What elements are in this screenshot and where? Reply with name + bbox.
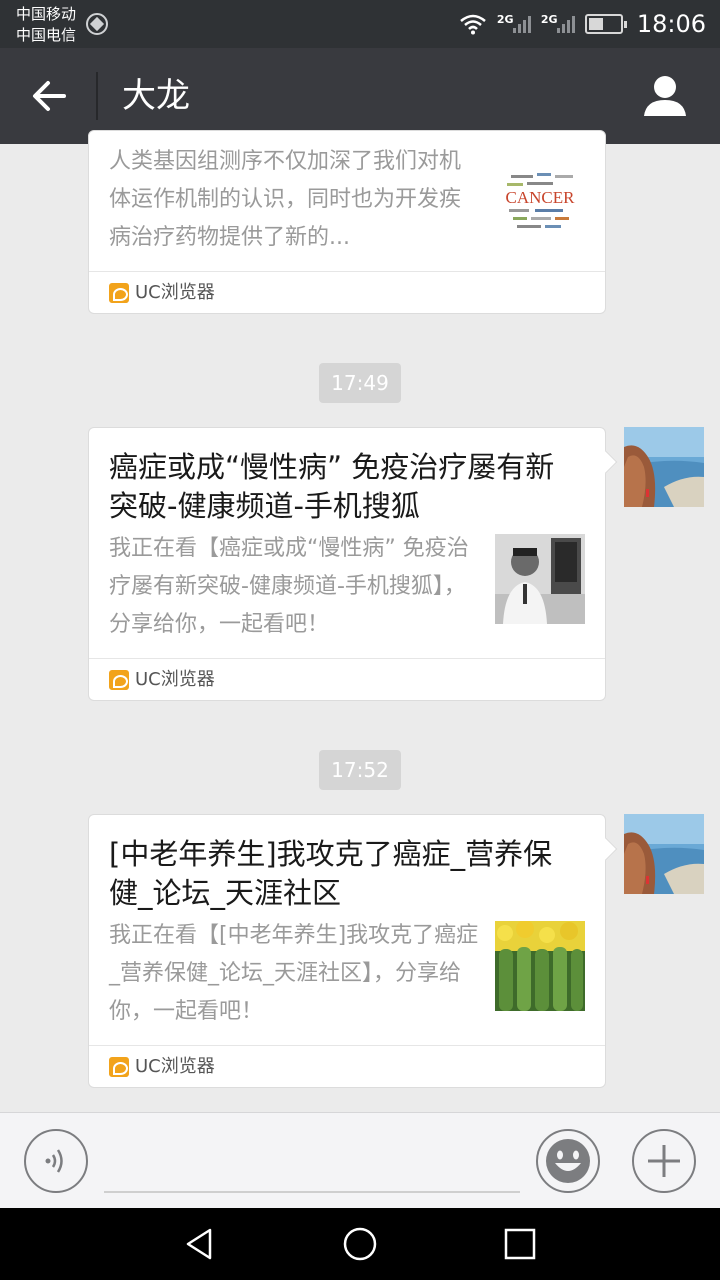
- status-icons: 2G 2G 18:06: [459, 0, 706, 48]
- signal-1-icon: 2G: [497, 13, 531, 35]
- shared-link-message[interactable]: [中老年养生]我攻克了癌症_营养保健_论坛_天涯社区 我正在看【[中老年养生]我…: [88, 814, 618, 1088]
- source-label: UC浏览器: [135, 282, 215, 303]
- landscape-avatar-image: [624, 814, 704, 894]
- battery-icon: [584, 14, 627, 34]
- source-label: UC浏览器: [135, 1056, 215, 1077]
- avatar[interactable]: [624, 814, 704, 894]
- network-type-1: 2G: [496, 13, 514, 26]
- thumbnail-word: CANCER: [506, 188, 576, 207]
- emoji-button[interactable]: [536, 1129, 600, 1193]
- timestamp: 17:49: [319, 363, 401, 403]
- source-label: UC浏览器: [135, 669, 215, 690]
- message-input[interactable]: [104, 1191, 520, 1193]
- hd-badge-icon: [86, 13, 108, 35]
- carrier-name-1: 中国移动: [16, 5, 77, 23]
- person-icon[interactable]: [640, 72, 690, 120]
- message-description: 我正在看【[中老年养生]我攻克了癌症_营养保健_论坛_天涯社区】，分享给你，一起…: [109, 923, 479, 1024]
- message-title: [中老年养生]我攻克了癌症_营养保健_论坛_天涯社区: [109, 837, 553, 910]
- message-thumbnail: [495, 534, 585, 624]
- carrier-info: 中国移动 中国电信: [16, 4, 76, 46]
- clock: 18:06: [636, 10, 706, 38]
- plus-icon: [648, 1145, 680, 1177]
- shared-link-message[interactable]: 人类基因组测序不仅加深了我们对机体运作机制的认识，同时也为开发疾病治疗药物提供了…: [88, 130, 606, 314]
- uc-browser-icon: [109, 283, 129, 303]
- wifi-icon: [460, 14, 486, 35]
- chat-input-bar: [0, 1112, 720, 1208]
- message-source: UC浏览器: [89, 271, 605, 313]
- emoji-icon: [546, 1139, 590, 1183]
- bubble-tail: [594, 450, 618, 474]
- message-description: 我正在看【癌症或成“慢性病” 免疫治疗屡有新突破-健康频道-手机搜狐】，分享给你…: [109, 536, 469, 637]
- network-type-2: 2G: [540, 13, 558, 26]
- landscape-avatar-image: [624, 427, 704, 507]
- message-title: 癌症或成“慢性病” 免疫治疗屡有新突破-健康频道-手机搜狐: [109, 450, 555, 523]
- header-divider: [96, 72, 98, 120]
- more-button[interactable]: [632, 1129, 696, 1193]
- nav-recent-apps-icon[interactable]: [500, 1224, 540, 1264]
- carrier-name-2: 中国电信: [16, 26, 77, 44]
- back-arrow-icon[interactable]: [22, 72, 74, 120]
- uc-browser-icon: [109, 1057, 129, 1077]
- message-source: UC浏览器: [89, 658, 605, 700]
- status-bar: 中国移动 中国电信 2G 2G 18:06: [0, 0, 720, 48]
- vegetable-photo-image: [495, 921, 585, 1011]
- message-description: 人类基因组测序不仅加深了我们对机体运作机制的认识，同时也为开发疾病治疗药物提供了…: [109, 149, 462, 250]
- bubble-tail: [594, 837, 618, 861]
- voice-button[interactable]: [24, 1129, 88, 1193]
- doctor-photo-image: [495, 534, 585, 624]
- uc-browser-icon: [109, 670, 129, 690]
- cancer-wordcloud-image: CANCER: [495, 157, 585, 247]
- nav-back-icon[interactable]: [180, 1224, 220, 1264]
- voice-icon: [45, 1149, 63, 1173]
- message-source: UC浏览器: [89, 1045, 605, 1087]
- chat-title: 大龙: [122, 76, 190, 116]
- nav-home-icon[interactable]: [340, 1224, 380, 1264]
- avatar[interactable]: [624, 427, 704, 507]
- system-nav-bar: [0, 1208, 720, 1280]
- signal-2-icon: 2G: [541, 13, 575, 35]
- timestamp: 17:52: [319, 750, 401, 790]
- shared-link-message[interactable]: 癌症或成“慢性病” 免疫治疗屡有新突破-健康频道-手机搜狐 我正在看【癌症或成“…: [88, 427, 618, 701]
- message-thumbnail: [495, 921, 585, 1011]
- message-thumbnail: CANCER: [495, 157, 585, 247]
